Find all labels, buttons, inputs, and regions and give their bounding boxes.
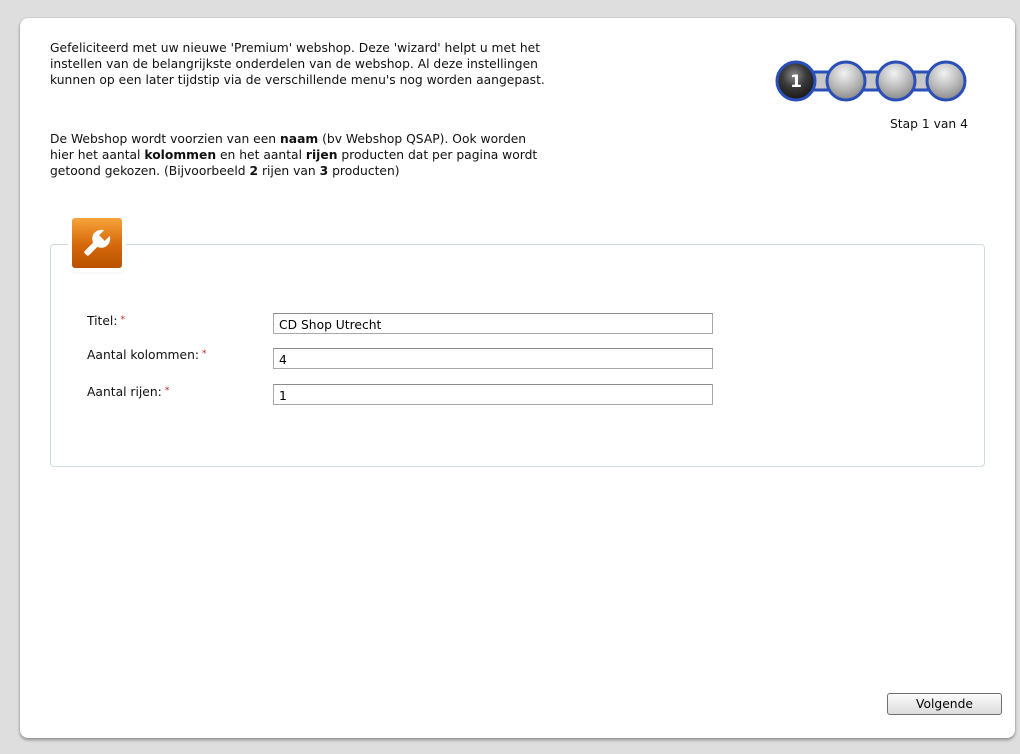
intro-line-1: Gefeliciteerd met uw nieuwe 'Premium' we… <box>50 41 541 55</box>
rows-field-label: Aantal rijen: * <box>87 385 169 399</box>
required-marker: * <box>120 315 126 325</box>
step-dot-1-number: 1 <box>790 72 802 92</box>
title-field-label: Titel: * <box>87 314 125 328</box>
description-text-part: (bv Webshop QSAP). Ook worden <box>318 132 527 146</box>
title-label-text: Titel: <box>87 314 118 328</box>
step-counter-label: Stap 1 van 4 <box>890 117 968 131</box>
settings-badge <box>72 218 122 268</box>
intro-line-2: instellen van de belangrijkste onderdele… <box>50 57 538 71</box>
required-marker: * <box>164 386 170 396</box>
required-marker: * <box>202 349 207 359</box>
columns-field-label: Aantal kolommen: * <box>87 348 207 362</box>
description-bold-kolommen: kolommen <box>144 148 217 162</box>
description-text-part: en het aantal <box>216 148 306 162</box>
columns-label-text: Aantal kolommen: <box>87 348 200 362</box>
description-text: De Webshop wordt voorzien van een naam (… <box>50 131 750 179</box>
step-dot-3 <box>875 60 917 102</box>
description-text-part: producten dat per pagina wordt <box>337 148 538 162</box>
description-bold-3: 3 <box>319 164 329 178</box>
step-progress-indicator: 1 <box>775 60 967 102</box>
description-text-part: producten) <box>328 164 400 178</box>
wizard-window: Gefeliciteerd met uw nieuwe 'Premium' we… <box>20 18 1015 738</box>
description-text-part: hier het aantal <box>50 148 145 162</box>
description-bold-rijen: rijen <box>305 148 338 162</box>
description-text-part: getoond gekozen. (Bijvoorbeeld <box>50 164 250 178</box>
description-bold-2: 2 <box>249 164 259 178</box>
step-dot-1: 1 <box>775 60 817 102</box>
description-text-part: rijen van <box>258 164 320 178</box>
intro-line-3: kunnen op een later tijdstip via de vers… <box>50 73 545 87</box>
title-input[interactable] <box>273 313 713 334</box>
wrench-icon <box>84 229 111 256</box>
description-text-part: De Webshop wordt voorzien van een <box>50 132 281 146</box>
rows-label-text: Aantal rijen: <box>87 385 162 399</box>
settings-panel: Titel:* Aantal kolommen:* Aantal rijen:* <box>50 244 985 467</box>
description-bold-naam: naam <box>280 132 319 146</box>
intro-text: Gefeliciteerd met uw nieuwe 'Premium' we… <box>50 40 750 88</box>
next-button[interactable]: Volgende <box>887 693 1002 715</box>
step-dot-4 <box>925 60 967 102</box>
columns-input[interactable] <box>273 348 713 369</box>
rows-input[interactable] <box>273 384 713 405</box>
step-dot-2 <box>825 60 867 102</box>
